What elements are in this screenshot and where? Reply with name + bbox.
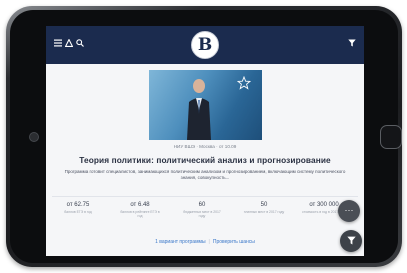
stat-item: от 62.75 баллов ЕГЭ в год [56,202,100,214]
program-links: 1 вариант программы | Проверить шансы [46,239,364,245]
stat-item: 50 платных мест в 2017 году [242,202,286,214]
filter-fab-button[interactable] [340,230,362,252]
app-screen: В НИУ ВШЭ · Москва · от 10.09 Теория пол… [46,26,364,256]
hero-badge [230,75,258,106]
program-hero-image[interactable] [149,70,262,140]
program-description: Программа готовит специалистов, занимающ… [64,169,346,180]
stat-value: от 6.48 [130,202,150,208]
more-options-button[interactable]: ··· [338,200,360,222]
stat-value: от 62.75 [66,202,90,208]
program-variant-link[interactable]: 1 вариант программы [155,239,205,245]
top-navbar: В [46,26,364,64]
camera-lens [29,132,39,142]
stat-label: бюджетных мест в 2017 году [183,210,221,219]
home-button[interactable] [380,125,402,149]
stat-label: платных мест в 2017 году [243,210,285,214]
hse-logo[interactable]: В [191,31,219,59]
stat-item: от 6.48 баллов в рейтинге ЕГЭ в год [118,202,162,218]
program-title[interactable]: Теория политики: политический анализ и п… [56,155,354,165]
stat-value: 50 [260,202,268,208]
person-photo [187,79,211,140]
check-chances-link[interactable]: Проверить шансы [213,239,255,245]
filter-icon [346,236,356,245]
program-meta: НИУ ВШЭ · Москва · от 10.09 [173,144,237,149]
stat-label: баллов ЕГЭ в год [64,210,92,214]
stat-value: 60 [198,202,206,208]
menu-icon[interactable] [54,39,62,50]
stat-label: баллов в рейтинге ЕГЭ в год [120,210,160,219]
star-icon [236,75,252,90]
link-separator: | [208,239,210,245]
divider [52,196,358,197]
user-icon[interactable] [64,38,74,50]
filter-icon[interactable] [348,39,356,50]
search-icon[interactable] [76,39,84,50]
more-icon: ··· [344,205,354,215]
stat-item: 60 бюджетных мест в 2017 году [180,202,224,218]
program-stats: от 62.75 баллов ЕГЭ в год от 6.48 баллов… [54,202,356,232]
